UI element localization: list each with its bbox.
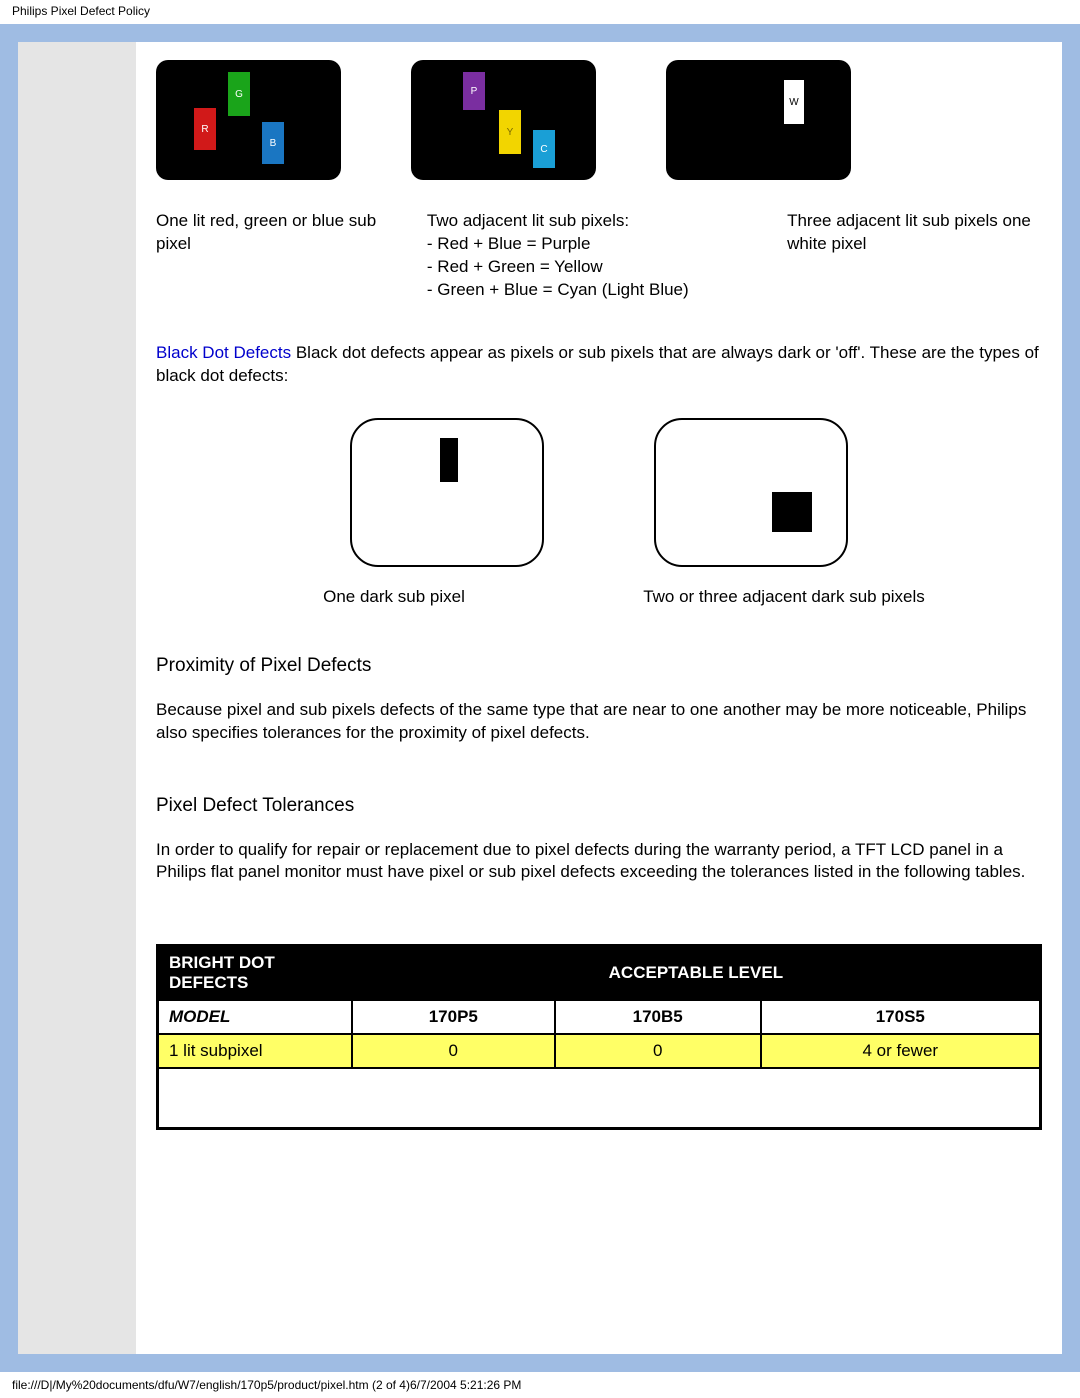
- dark-dot-diagrams: [156, 418, 1042, 567]
- screen-white: W: [666, 60, 851, 180]
- caption-two-l3: - Green + Blue = Cyan (Light Blue): [427, 280, 689, 299]
- diagram-one-dark: [350, 418, 544, 567]
- subpixel-chip-r: R: [194, 108, 216, 150]
- diagram-multi-dark: [654, 418, 848, 567]
- black-dot-lead: Black Dot Defects: [156, 343, 291, 362]
- screen-rgb: GR B: [156, 60, 341, 180]
- caption-two-title: Two adjacent lit sub pixels:: [427, 211, 629, 230]
- tolerances-heading: Pixel Defect Tolerances: [156, 795, 1042, 817]
- subpixel-chip-b: B: [262, 122, 284, 164]
- table-header-row: BRIGHT DOT DEFECTS ACCEPTABLE LEVEL: [158, 946, 1041, 1001]
- table-row: 1 lit subpixel 0 0 4 or fewer: [158, 1034, 1041, 1068]
- tolerances-body: In order to qualify for repair or replac…: [156, 839, 1042, 885]
- model-label: MODEL: [158, 1000, 352, 1034]
- proximity-body: Because pixel and sub pixels defects of …: [156, 699, 1042, 745]
- bright-dot-screens-row: GR B PYC W: [156, 60, 1042, 180]
- subpixel-chip-p: P: [463, 72, 485, 110]
- dark-pixel-block: [772, 492, 812, 532]
- caption-three-adjacent: Three adjacent lit sub pixels one white …: [787, 210, 1042, 302]
- row1-v2: 0: [555, 1034, 761, 1068]
- proximity-heading: Proximity of Pixel Defects: [156, 655, 1042, 677]
- hdr-acceptable: ACCEPTABLE LEVEL: [352, 946, 1041, 1001]
- caption-two-l1: - Red + Blue = Purple: [427, 234, 590, 253]
- model-col-2: 170B5: [555, 1000, 761, 1034]
- table-blank-row: [158, 1068, 1041, 1129]
- dark-pixel-single: [440, 438, 458, 482]
- model-col-3: 170S5: [761, 1000, 1041, 1034]
- bright-dot-captions: One lit red, green or blue sub pixel Two…: [156, 210, 1042, 302]
- black-dot-paragraph: Black Dot Defects Black dot defects appe…: [156, 342, 1042, 388]
- caption-one-dark: One dark sub pixel: [264, 587, 524, 607]
- subpixel-chip-g: G: [228, 72, 250, 116]
- dark-dot-captions: One dark sub pixel Two or three adjacent…: [156, 587, 1042, 607]
- table-model-row: MODEL 170P5 170B5 170S5: [158, 1000, 1041, 1034]
- tolerance-table: BRIGHT DOT DEFECTS ACCEPTABLE LEVEL MODE…: [156, 944, 1042, 1130]
- caption-one-lit: One lit red, green or blue sub pixel: [156, 210, 411, 302]
- row1-v3: 4 or fewer: [761, 1034, 1041, 1068]
- subpixel-chip-y: Y: [499, 110, 521, 154]
- model-col-1: 170P5: [352, 1000, 555, 1034]
- left-sidebar-grey: [18, 42, 136, 1354]
- caption-two-l2: - Red + Green = Yellow: [427, 257, 603, 276]
- subpixel-chip-c: C: [533, 130, 555, 168]
- row1-v1: 0: [352, 1034, 555, 1068]
- hdr-bright-dot: BRIGHT DOT DEFECTS: [158, 946, 352, 1001]
- footer-path: file:///D|/My%20documents/dfu/W7/english…: [0, 1372, 1080, 1398]
- subpixel-chip-w: W: [784, 80, 804, 124]
- row1-label: 1 lit subpixel: [158, 1034, 352, 1068]
- header-title: Philips Pixel Defect Policy: [0, 0, 1080, 24]
- content-frame: GR B PYC W One lit red, green or blue sub…: [0, 24, 1080, 1372]
- caption-multi-dark: Two or three adjacent dark sub pixels: [634, 587, 934, 607]
- screen-pyc: PYC: [411, 60, 596, 180]
- caption-two-adjacent: Two adjacent lit sub pixels: - Red + Blu…: [427, 210, 771, 302]
- document-body: GR B PYC W One lit red, green or blue sub…: [136, 42, 1062, 1354]
